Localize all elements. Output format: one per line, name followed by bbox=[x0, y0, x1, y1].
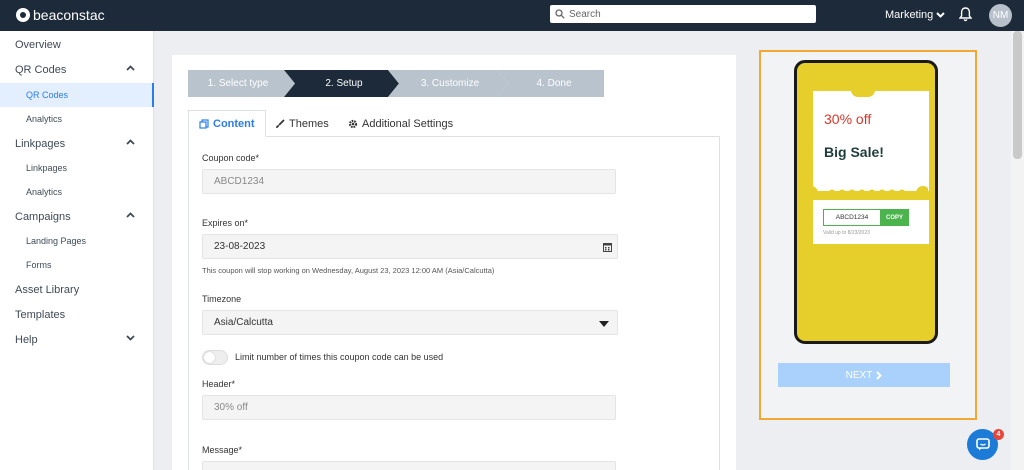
timezone-value: Asia/Calcutta bbox=[214, 317, 273, 328]
sidebar: Overview QR Codes QR Codes Analytics Lin… bbox=[0, 31, 154, 470]
top-bar: beaconstac Marketing NM bbox=[0, 0, 1024, 31]
chevron-up-icon bbox=[126, 139, 135, 145]
main-panel: 1. Select type 2. Setup 3. Customize 4. … bbox=[172, 55, 736, 470]
sidebar-item-campaigns-group[interactable]: Campaigns bbox=[0, 205, 154, 229]
copy-button[interactable]: COPY bbox=[880, 209, 909, 226]
tab-themes[interactable]: Themes bbox=[265, 110, 339, 137]
message-label: Message* bbox=[202, 445, 243, 455]
beaconstac-logo-icon bbox=[16, 8, 30, 22]
paintbrush-icon bbox=[276, 118, 285, 128]
coupon-code-field[interactable]: ABCD1234 bbox=[202, 169, 616, 194]
chevron-right-icon bbox=[876, 370, 883, 380]
search-input[interactable] bbox=[569, 8, 799, 20]
sidebar-item-label: Asset Library bbox=[15, 284, 80, 296]
coupon-code-label: Coupon code* bbox=[202, 153, 260, 163]
expires-label: Expires on* bbox=[202, 218, 249, 228]
header-label: Header* bbox=[202, 379, 236, 389]
sidebar-item-qr-codes[interactable]: QR Codes bbox=[0, 83, 154, 107]
sidebar-item-label: Forms bbox=[26, 260, 52, 270]
coupon-title: Big Sale! bbox=[824, 144, 884, 160]
tab-bar: Content Themes Additional Settings bbox=[188, 110, 720, 137]
page-scrollbar[interactable] bbox=[1011, 31, 1024, 470]
step-customize[interactable]: 3. Customize bbox=[396, 70, 504, 97]
sidebar-item-label: Analytics bbox=[26, 187, 63, 197]
sidebar-item-linkpages-group[interactable]: Linkpages bbox=[0, 132, 154, 156]
sidebar-item-label: Help bbox=[15, 334, 38, 346]
sidebar-item-asset-library[interactable]: Asset Library bbox=[0, 278, 154, 302]
tab-label: Themes bbox=[289, 117, 329, 130]
expires-date-value: 23-08-2023 bbox=[214, 241, 266, 252]
chat-unread-badge: 4 bbox=[993, 429, 1004, 440]
sidebar-item-landing-pages[interactable]: Landing Pages bbox=[0, 229, 154, 253]
sidebar-item-label: Analytics bbox=[26, 114, 63, 124]
limit-usage-toggle[interactable] bbox=[202, 350, 228, 365]
sidebar-item-templates[interactable]: Templates bbox=[0, 303, 154, 327]
sidebar-item-label: Landing Pages bbox=[26, 236, 87, 246]
timezone-label: Timezone bbox=[202, 294, 242, 304]
chevron-down-icon bbox=[936, 12, 946, 18]
limit-usage-label: Limit number of times this coupon code c… bbox=[235, 352, 444, 362]
coupon-notch bbox=[851, 83, 875, 97]
coupon-code-preview: ABCD1234 bbox=[823, 209, 881, 226]
next-button[interactable]: NEXT bbox=[778, 363, 950, 387]
expires-date-field[interactable]: 23-08-2023 bbox=[202, 234, 618, 259]
org-switcher[interactable]: Marketing bbox=[885, 9, 946, 21]
sidebar-item-forms[interactable]: Forms bbox=[0, 253, 154, 277]
chevron-up-icon bbox=[126, 212, 135, 218]
coupon-card-top: 30% off Big Sale! bbox=[813, 91, 929, 191]
sidebar-item-label: Templates bbox=[15, 309, 66, 321]
org-name: Marketing bbox=[885, 9, 934, 21]
chevron-down-icon bbox=[126, 335, 135, 341]
caret-down-icon bbox=[599, 321, 609, 327]
sidebar-item-overview[interactable]: Overview bbox=[0, 33, 154, 57]
step-select-type[interactable]: 1. Select type bbox=[188, 70, 288, 97]
sidebar-item-help[interactable]: Help bbox=[0, 328, 154, 352]
timezone-select[interactable]: Asia/Calcutta bbox=[202, 310, 618, 335]
sidebar-item-label: Linkpages bbox=[26, 163, 68, 173]
user-avatar[interactable]: NM bbox=[989, 4, 1012, 27]
expires-help-text: This coupon will stop working on Wednesd… bbox=[202, 266, 495, 275]
coupon-offer: 30% off bbox=[824, 111, 872, 127]
tab-content[interactable]: Content bbox=[188, 110, 266, 137]
sidebar-item-linkpages[interactable]: Linkpages bbox=[0, 156, 154, 180]
message-field[interactable] bbox=[202, 461, 616, 470]
gear-icon bbox=[348, 119, 358, 128]
search-icon bbox=[555, 9, 565, 19]
tab-label: Content bbox=[213, 117, 255, 130]
sidebar-item-label: QR Codes bbox=[15, 64, 67, 76]
sidebar-item-label: Linkpages bbox=[15, 138, 66, 150]
sidebar-item-qr-codes-group[interactable]: QR Codes bbox=[0, 58, 154, 82]
content-icon bbox=[199, 118, 209, 129]
sidebar-item-label: Campaigns bbox=[15, 211, 71, 223]
search-box[interactable] bbox=[550, 5, 816, 23]
step-setup[interactable]: 2. Setup bbox=[292, 70, 396, 97]
step-done[interactable]: 4. Done bbox=[504, 70, 604, 97]
coupon-preview: 30% off Big Sale! ABCD1234 COPY Valid up… bbox=[759, 50, 977, 420]
scrollbar-thumb[interactable] bbox=[1013, 31, 1022, 159]
next-label: NEXT bbox=[845, 369, 873, 381]
content-form: Coupon code* ABCD1234 Expires on* 23-08-… bbox=[188, 137, 720, 470]
coupon-perforation bbox=[806, 186, 928, 200]
sidebar-item-linkpages-analytics[interactable]: Analytics bbox=[0, 180, 154, 204]
tab-label: Additional Settings bbox=[362, 117, 454, 130]
tab-additional-settings[interactable]: Additional Settings bbox=[338, 110, 463, 137]
sidebar-item-label: Overview bbox=[15, 39, 61, 51]
sidebar-item-label: QR Codes bbox=[26, 90, 69, 100]
valid-until-text: Valid up to 8/23/2023 bbox=[823, 230, 870, 236]
calendar-icon[interactable] bbox=[603, 242, 612, 252]
notification-bell-icon[interactable] bbox=[958, 7, 973, 25]
coupon-card-bottom: ABCD1234 COPY Valid up to 8/23/2023 bbox=[813, 200, 929, 244]
brand-logo[interactable]: beaconstac bbox=[16, 7, 105, 23]
sidebar-item-qr-analytics[interactable]: Analytics bbox=[0, 107, 154, 131]
brand-name: beaconstac bbox=[33, 7, 105, 23]
header-field[interactable]: 30% off bbox=[202, 395, 616, 420]
phone-mockup: 30% off Big Sale! ABCD1234 COPY Valid up… bbox=[794, 60, 938, 344]
chevron-up-icon bbox=[126, 65, 135, 71]
